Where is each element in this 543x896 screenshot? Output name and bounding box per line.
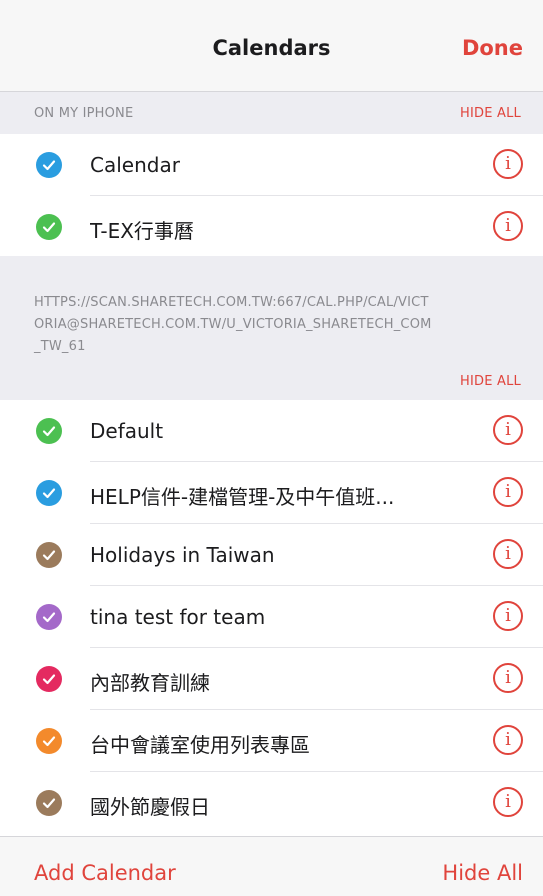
done-button[interactable]: Done [462, 36, 523, 60]
calendar-name: 國外節慶假日 [90, 795, 210, 819]
checkmark-icon[interactable] [36, 152, 62, 178]
calendar-row[interactable]: 台中會議室使用列表專區 i [0, 710, 543, 772]
info-icon[interactable]: i [493, 725, 523, 755]
info-icon[interactable]: i [493, 787, 523, 817]
checkmark-icon[interactable] [36, 480, 62, 506]
bottom-toolbar: Add Calendar Hide All [0, 836, 543, 896]
section-header-on-my-iphone: ON MY IPHONE HIDE ALL [0, 92, 543, 134]
hide-all-calendars-button[interactable]: Hide All [442, 861, 523, 885]
calendar-name: Holidays in Taiwan [90, 543, 275, 567]
checkmark-icon[interactable] [36, 214, 62, 240]
calendar-row[interactable]: HELP信件-建檔管理-及中午值班... i [0, 462, 543, 524]
info-icon[interactable]: i [493, 663, 523, 693]
info-icon[interactable]: i [493, 601, 523, 631]
checkmark-icon[interactable] [36, 418, 62, 444]
calendar-name: 台中會議室使用列表專區 [90, 733, 310, 757]
checkmark-icon[interactable] [36, 790, 62, 816]
section-header-caldav-account: HTTPS://SCAN.SHARETECH.COM.TW:667/CAL.PH… [0, 256, 543, 400]
add-calendar-button[interactable]: Add Calendar [34, 861, 176, 885]
info-icon[interactable]: i [493, 415, 523, 445]
checkmark-icon[interactable] [36, 604, 62, 630]
calendar-row[interactable]: Calendar i [0, 134, 543, 196]
navigation-bar: Calendars Done [0, 0, 543, 92]
info-icon[interactable]: i [493, 539, 523, 569]
calendar-row[interactable]: Default i [0, 400, 543, 462]
info-icon[interactable]: i [493, 211, 523, 241]
calendar-name: HELP信件-建檔管理-及中午值班... [90, 485, 395, 509]
hide-all-button[interactable]: HIDE ALL [460, 374, 521, 389]
section-title: ON MY IPHONE [34, 106, 134, 121]
calendar-row[interactable]: Holidays in Taiwan i [0, 524, 543, 586]
checkmark-icon[interactable] [36, 542, 62, 568]
info-icon[interactable]: i [493, 477, 523, 507]
calendar-name: Calendar [90, 153, 180, 177]
calendar-row[interactable]: T-EX行事曆 i [0, 196, 543, 258]
info-icon[interactable]: i [493, 149, 523, 179]
section-title: HTTPS://SCAN.SHARETECH.COM.TW:667/CAL.PH… [34, 295, 432, 354]
calendar-name: 內部教育訓練 [90, 671, 210, 695]
calendar-row[interactable]: 內部教育訓練 i [0, 648, 543, 710]
hide-all-button[interactable]: HIDE ALL [460, 106, 521, 121]
calendar-name: T-EX行事曆 [90, 219, 194, 243]
calendar-row[interactable]: 國外節慶假日 i [0, 772, 543, 836]
checkmark-icon[interactable] [36, 666, 62, 692]
checkmark-icon[interactable] [36, 728, 62, 754]
calendar-name: Default [90, 419, 164, 443]
calendar-row[interactable]: tina test for team i [0, 586, 543, 648]
calendar-name: tina test for team [90, 605, 266, 629]
